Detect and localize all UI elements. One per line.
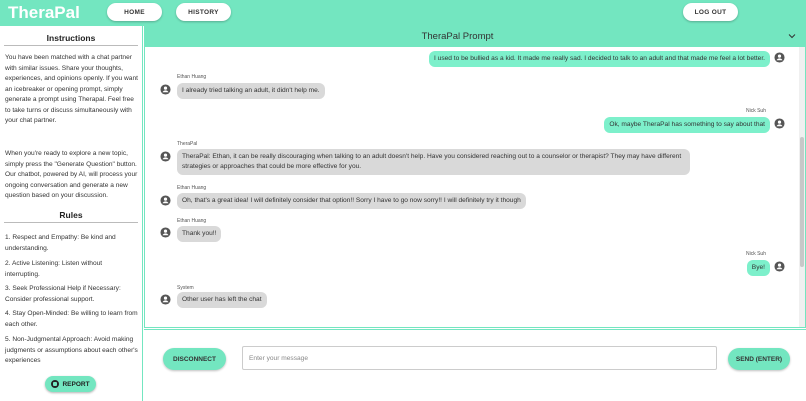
report-icon [51, 380, 60, 388]
sender-name: Ethan Huang [177, 74, 207, 80]
sender-name: Nick Suh [745, 108, 766, 114]
chevron-down-icon[interactable] [787, 31, 797, 41]
instructions-paragraph-1: You have been matched with a chat partne… [5, 54, 138, 124]
user-avatar-icon [774, 261, 785, 272]
rule-item: 4. Stay Open-Minded: Be willing to learn… [5, 310, 138, 328]
user-avatar-icon [160, 84, 171, 95]
send-button[interactable]: SEND (ENTER) [728, 348, 790, 370]
rule-item: 3. Seek Professional Help if Necessary: … [5, 285, 121, 303]
report-button[interactable]: REPORT [45, 376, 96, 392]
rule-item: 2. Active Listening: Listen without inte… [5, 260, 103, 278]
sender-name: System [177, 285, 194, 291]
message-composer: DISCONNECT SEND (ENTER) [144, 329, 806, 401]
chat-header: TheraPal Prompt [145, 27, 805, 47]
sender-name: Nick Suh [745, 251, 766, 257]
system-avatar-icon [160, 294, 171, 305]
logout-button[interactable]: LOG OUT [683, 3, 738, 21]
rules-divider [4, 222, 138, 223]
message-bubble-self: I used to be bullied as a kid. It made m… [429, 51, 770, 67]
sender-name: Ethan Huang [177, 218, 207, 224]
home-button[interactable]: HOME [107, 3, 162, 21]
user-avatar-icon [774, 52, 785, 63]
instructions-paragraph-2: When you're ready to explore a new topic… [5, 150, 138, 199]
message-bubble-self: Bye! [746, 260, 770, 276]
message-bubble-bot: TheraPal: Ethan, it can be really discou… [177, 149, 690, 175]
brand-logo: TheraPal [8, 3, 80, 22]
user-avatar-icon [774, 118, 785, 129]
message-input[interactable] [242, 346, 717, 370]
instructions-title: Instructions [46, 33, 96, 43]
top-navbar: TheraPal HOME HISTORY LOG OUT [0, 0, 806, 26]
message-bubble-other: Thank you!! [177, 226, 222, 242]
chat-panel: TheraPal Prompt I used to be bullied as … [144, 26, 806, 328]
instructions-divider [4, 45, 138, 46]
rule-item: 1. Respect and Empathy: Be kind and unde… [5, 234, 116, 252]
message-bubble-self: Ok, maybe TheraPal has something to say … [604, 117, 770, 133]
message-bubble-other: Oh, that's a great idea! I will definite… [177, 193, 526, 209]
report-label: REPORT [62, 380, 90, 388]
rule-item: 5. Non-Judgmental Approach: Avoid making… [5, 336, 138, 364]
rules-title: Rules [59, 210, 83, 220]
bot-avatar-icon [160, 151, 171, 162]
scrollbar-thumb[interactable] [800, 137, 804, 267]
user-avatar-icon [160, 195, 171, 206]
disconnect-button[interactable]: DISCONNECT [163, 348, 226, 370]
sender-name: Ethan Huang [177, 185, 207, 191]
chat-title: TheraPal Prompt [421, 31, 494, 42]
message-bubble-other: I already tried talking an adult, it did… [177, 83, 325, 99]
history-button[interactable]: HISTORY [176, 3, 231, 21]
message-bubble-system: Other user has left the chat [177, 292, 267, 308]
chat-scrollbar[interactable] [799, 47, 805, 327]
user-avatar-icon [160, 227, 171, 238]
sender-name: TheraPal [177, 141, 198, 147]
instructions-sidebar: Instructions You have been matched with … [0, 26, 143, 401]
